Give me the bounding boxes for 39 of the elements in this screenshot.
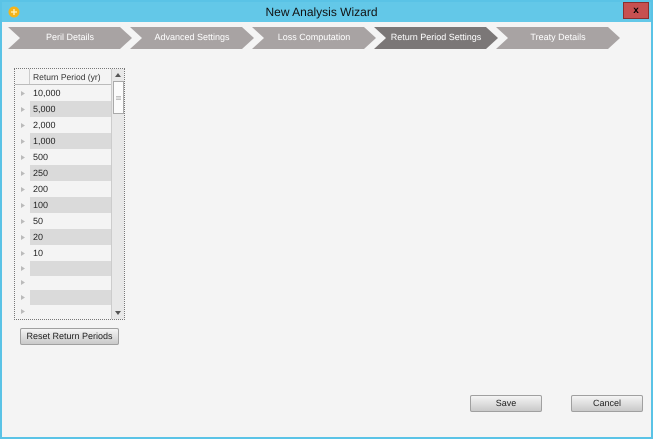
row-marker-icon (20, 234, 24, 240)
row-marker-icon (20, 218, 24, 224)
row-marker-icon (20, 294, 24, 300)
table-cell[interactable]: 5,000 (30, 101, 111, 117)
table-cell[interactable]: 500 (30, 149, 111, 165)
app-icon (8, 6, 20, 18)
scroll-up-icon[interactable] (115, 73, 121, 77)
scrollbar[interactable] (111, 69, 124, 319)
scroll-thumb[interactable] (112, 81, 124, 114)
row-marker-icon (20, 154, 24, 160)
table-cell[interactable]: 10 (30, 245, 111, 261)
table-cell[interactable]: 20 (30, 229, 111, 245)
row-marker-icon (20, 280, 24, 286)
table-cell[interactable]: 100 (30, 197, 111, 213)
table-cell[interactable]: 1,000 (30, 133, 111, 149)
table-cell[interactable]: 200 (30, 181, 111, 197)
reset-button[interactable]: Reset Return Periods (20, 328, 119, 345)
row-marker-icon (20, 106, 24, 112)
row-marker-icon (20, 170, 24, 176)
row-marker-icon (20, 122, 24, 128)
row-marker-icon (20, 90, 24, 96)
window-title: New Analysis Wizard (264, 4, 379, 21)
row-marker-icon (20, 266, 24, 271)
table-cell[interactable]: 10,000 (30, 85, 111, 101)
row-marker-icon (20, 250, 24, 256)
scroll-down-icon[interactable] (115, 311, 121, 315)
table-cell[interactable]: 50 (30, 213, 111, 229)
table-cell[interactable]: 250 (30, 165, 111, 181)
row-marker-icon (20, 186, 24, 192)
column-header[interactable]: Return Period (yr) (30, 69, 111, 84)
cancel-button[interactable]: Cancel (571, 395, 643, 412)
row-marker-icon (20, 309, 24, 314)
save-button[interactable]: Save (470, 395, 542, 412)
table-cell[interactable]: 2,000 (30, 117, 111, 133)
row-marker-icon (20, 138, 24, 144)
grip-icon (116, 96, 120, 100)
close-button[interactable]: x (623, 2, 649, 19)
row-marker-icon (20, 202, 24, 208)
wizard-step[interactable]: Return Period Settings (374, 27, 498, 49)
